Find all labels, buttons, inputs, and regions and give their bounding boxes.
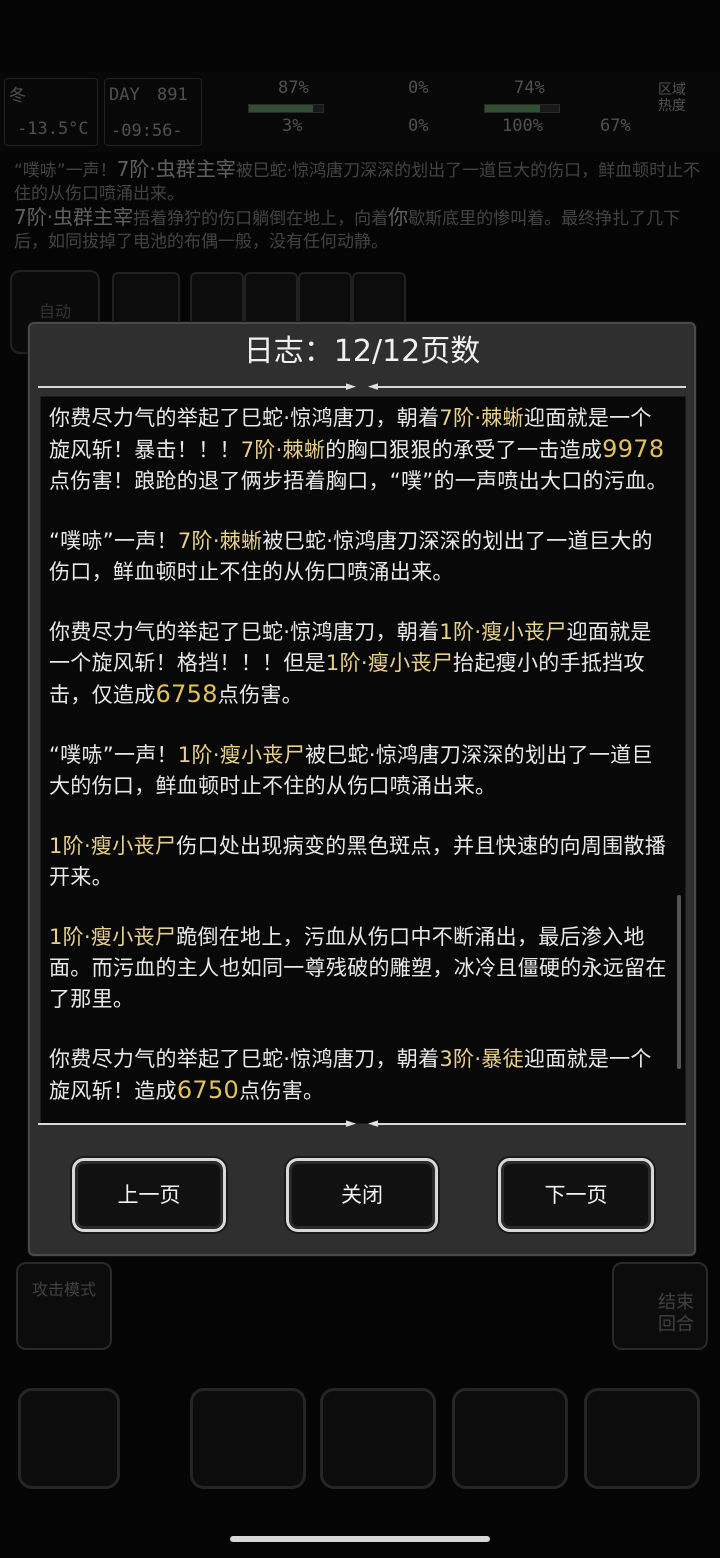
mood-stat: 100%	[502, 116, 543, 136]
log-entry: “噗哧”一声！1阶·瘦小丧尸被巳蛇·惊鸿唐刀深深的划出了一道巨大的伤口，鲜血顿时…	[49, 743, 653, 798]
temperature: -13.5°C	[17, 119, 89, 139]
bleed-stat: 0%	[408, 116, 429, 136]
day-count: 891	[157, 85, 188, 105]
arrow-left-icon: ◄	[368, 379, 378, 394]
region-heat-label: 区域热度	[658, 82, 686, 114]
water-bar	[484, 104, 560, 113]
weapon-slot[interactable]	[18, 1388, 120, 1489]
close-button[interactable]: 关闭	[286, 1158, 438, 1232]
log-panel[interactable]: 你费尽力气的举起了巳蛇·惊鸿唐刀，朝着7阶·棘蜥迎面就是一个旋风斩！暴击！！！7…	[40, 396, 686, 1124]
end-turn-button[interactable]: 结束回合	[612, 1262, 708, 1350]
next-page-button[interactable]: 下一页	[498, 1158, 654, 1232]
auto-label: 自动	[38, 302, 71, 321]
menu-button[interactable]	[584, 1388, 700, 1489]
clock: -09:56-	[111, 121, 183, 141]
log-dialog: 日志：12/12页数 ► ◄ 你费尽力气的举起了巳蛇·惊鸿唐刀，朝着7阶·棘蜥迎…	[28, 322, 696, 1256]
background-log-line: 7阶·虫群主宰捂着狰狞的伤口躺倒在地上，向着你歇斯底里的惨叫着。最终挣扎了几下后…	[14, 205, 681, 253]
log-entry: 你费尽力气的举起了巳蛇·惊鸿唐刀，朝着1阶·瘦小丧尸迎面就是一个旋风斩！格挡！！…	[49, 620, 652, 708]
top-divider: ► ◄	[38, 379, 686, 395]
inventory-button[interactable]	[190, 1388, 306, 1489]
log-list[interactable]: 你费尽力气的举起了巳蛇·惊鸿唐刀，朝着7阶·棘蜥迎面就是一个旋风斩！暴击！！！7…	[49, 403, 669, 1117]
background-log-line: “噗哧”一声！7阶·虫群主宰被巳蛇·惊鸿唐刀深深的划出了一道巨大的伤口，鲜血顿时…	[14, 157, 701, 205]
damage-number: 6758	[155, 680, 218, 708]
stamina-stat: 67%	[600, 116, 631, 136]
hunger-stat: 0%	[408, 78, 429, 98]
water-stat: 74%	[514, 78, 545, 98]
infection-stat: 3%	[282, 116, 303, 136]
party-slot[interactable]	[244, 272, 298, 326]
damage-number: 9978	[602, 435, 665, 463]
day-label: DAY	[109, 85, 140, 105]
damage-number: 6750	[176, 1076, 240, 1104]
attack-mode-button[interactable]: 攻击模式	[16, 1262, 112, 1350]
log-entry: 你费尽力气的举起了巳蛇·惊鸿唐刀，朝着3阶·暴徒迎面就是一个旋风斩！造成6750…	[49, 1047, 652, 1104]
prev-page-button[interactable]: 上一页	[72, 1158, 226, 1232]
log-entry: 1阶·瘦小丧尸伤口处出现病变的黑色斑点，并且快速的向周围散播开来。	[49, 834, 667, 889]
end-turn-label: 结束回合	[658, 1292, 694, 1335]
health-stat: 87%	[278, 78, 309, 98]
log-entry: “噗哧”一声！7阶·棘蜥被巳蛇·惊鸿唐刀深深的划出了一道巨大的伤口，鲜血顿时止不…	[49, 529, 653, 584]
bottom-divider: ► ◄	[38, 1116, 686, 1132]
attack-mode-label: 攻击模式	[31, 1280, 96, 1299]
season-label: 冬	[9, 86, 26, 106]
bottom-toolbar	[0, 1370, 720, 1490]
home-indicator[interactable]	[230, 1536, 490, 1542]
status-hud: 冬 -13.5°C DAY 891 -09:56- 87% 3% 0% 0% 7…	[0, 72, 720, 152]
background-log: “噗哧”一声！7阶·虫群主宰被巳蛇·惊鸿唐刀深深的划出了一道巨大的伤口，鲜血顿时…	[14, 158, 708, 254]
log-scrollbar[interactable]	[677, 895, 681, 1069]
arrow-right-icon: ►	[346, 379, 356, 394]
arrow-right-icon: ►	[346, 1116, 356, 1131]
dialog-title: 日志：12/12页数	[243, 334, 481, 369]
party-slot[interactable]	[352, 272, 406, 326]
party-slot[interactable]	[190, 272, 244, 326]
arrow-left-icon: ◄	[368, 1116, 378, 1131]
day-cell: DAY 891 -09:56-	[104, 78, 202, 146]
weather-cell: 冬 -13.5°C	[4, 78, 98, 146]
log-entry: 1阶·瘦小丧尸跪倒在地上，污血从伤口中不断涌出，最后渗入地面。而污血的主人也如同…	[49, 925, 667, 1011]
party-slot[interactable]	[298, 272, 352, 326]
health-bar	[248, 104, 324, 113]
log-entry: 你费尽力气的举起了巳蛇·惊鸿唐刀，朝着7阶·棘蜥迎面就是一个旋风斩！暴击！！！7…	[49, 406, 668, 493]
log-button[interactable]	[452, 1388, 568, 1489]
skills-button[interactable]	[320, 1388, 436, 1489]
